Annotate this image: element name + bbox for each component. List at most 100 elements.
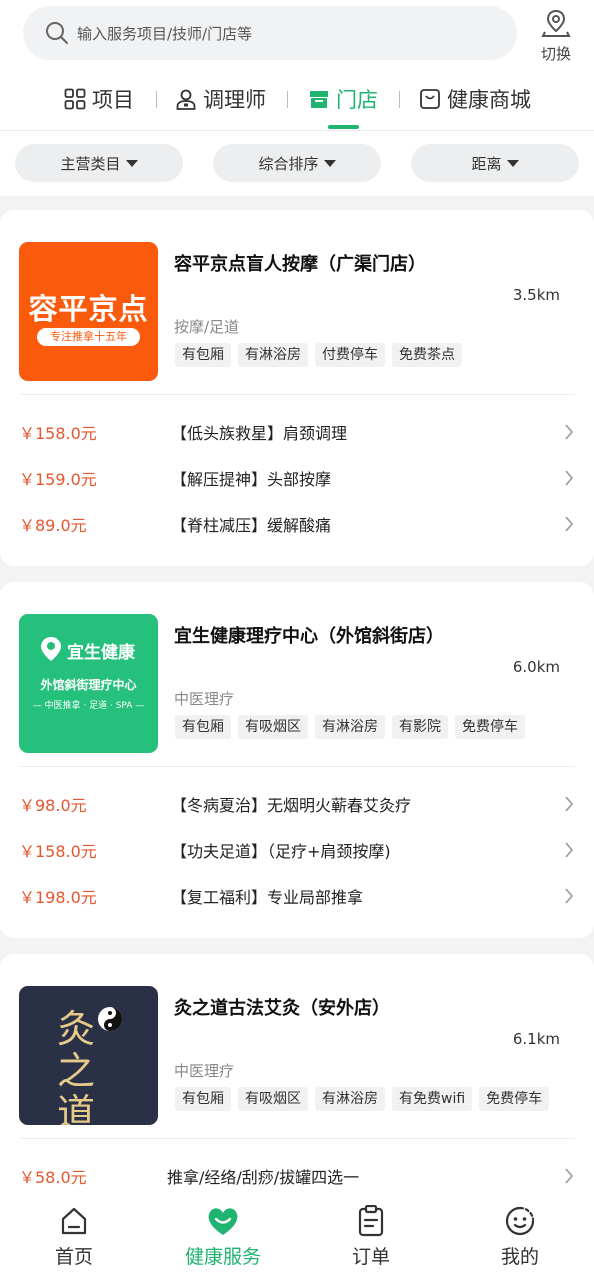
store-distance: 6.0km (512, 658, 560, 676)
tab-separator (287, 91, 288, 108)
tab-label: 项目 (92, 88, 134, 112)
tab-therapists[interactable]: 调理师 (175, 82, 266, 116)
service-row[interactable]: ￥158.0元 【低头族救星】肩颈调理 (0, 412, 594, 452)
smiley-icon (505, 1206, 535, 1236)
store-tag: 有免费wifi (392, 1087, 473, 1111)
store-tag: 有包厢 (175, 343, 231, 367)
top-header: 输入服务项目/技师/门店等 切换 项目 调理师 门店 健康商城 主营类目 综合排… (0, 0, 594, 196)
nav-health-service[interactable]: 健康服务 (168, 1204, 278, 1269)
chevron-right-icon (565, 424, 574, 440)
caret-down-icon (323, 159, 336, 167)
tab-projects[interactable]: 项目 (64, 82, 134, 116)
bag-icon (420, 89, 440, 109)
service-name: 【脊柱减压】缓解酸痛 (171, 516, 332, 535)
nav-label: 我的 (500, 1246, 539, 1268)
store-tag: 有包厢 (175, 1087, 231, 1111)
divider (19, 766, 575, 767)
store-name[interactable]: 宜生健康理疗中心（外馆斜街店） (174, 622, 444, 648)
store-tag: 有淋浴房 (315, 1087, 385, 1111)
store-card[interactable]: 容平京点 专注推拿十五年 容平京点盲人按摩（广渠门店） 3.5km 按摩/足道 … (0, 210, 594, 566)
service-row[interactable]: ￥198.0元 【复工福利】专业局部推拿 (0, 876, 594, 916)
logo-line2: 外馆斜街理疗中心 (40, 678, 137, 692)
store-tags: 有包厢 有淋浴房 付费停车 免费茶点 (175, 343, 469, 367)
service-price: ￥198.0元 (19, 888, 97, 907)
tab-label: 门店 (336, 88, 378, 112)
person-icon (176, 89, 196, 110)
nav-mine[interactable]: 我的 (465, 1204, 575, 1269)
store-tag: 有淋浴房 (315, 715, 385, 739)
tab-health-mall[interactable]: 健康商城 (419, 82, 531, 116)
logo-title: 容平京点 (28, 292, 149, 326)
chevron-right-icon (565, 516, 574, 532)
chevron-right-icon (565, 1168, 574, 1184)
service-name: 【冬病夏治】无烟明火蕲春艾灸疗 (171, 796, 412, 815)
store-name[interactable]: 灸之道古法艾灸（安外店） (174, 994, 390, 1020)
search-input[interactable]: 输入服务项目/技师/门店等 (77, 23, 252, 44)
service-price: ￥58.0元 (19, 1168, 87, 1187)
caret-down-icon (506, 159, 519, 167)
tab-label: 健康商城 (447, 88, 531, 112)
logo-subtitle: 专注推拿十五年 (37, 328, 140, 346)
category-tabs: 项目 调理师 门店 健康商城 (0, 72, 594, 130)
caret-down-icon (125, 159, 138, 167)
store-tag: 有吸烟区 (238, 715, 308, 739)
nav-home[interactable]: 首页 (19, 1204, 129, 1269)
store-category: 按摩/足道 (174, 318, 240, 336)
store-logo: 容平京点 专注推拿十五年 (19, 242, 158, 381)
store-name[interactable]: 容平京点盲人按摩（广渠门店） (174, 250, 426, 276)
service-row[interactable]: ￥158.0元 【功夫足道】（足疗+肩颈按摩) (0, 830, 594, 870)
logo-pin-icon (41, 637, 61, 661)
switch-label: 切换 (540, 45, 571, 63)
active-tab-indicator (328, 125, 359, 129)
heart-icon (208, 1208, 238, 1235)
chevron-right-icon (565, 888, 574, 904)
switch-location-button[interactable]: 切换 (536, 8, 576, 64)
nav-orders[interactable]: 订单 (316, 1204, 426, 1269)
filter-label: 距离 (471, 154, 502, 173)
store-category: 中医理疗 (174, 690, 235, 708)
service-row[interactable]: ￥159.0元 【解压提神】头部按摩 (0, 458, 594, 498)
tab-label: 调理师 (203, 88, 266, 112)
filter-main-category[interactable]: 主营类目 (15, 144, 183, 182)
service-row[interactable]: ￥98.0元 【冬病夏治】无烟明火蕲春艾灸疗 (0, 784, 594, 824)
home-icon (61, 1207, 87, 1235)
tab-stores[interactable]: 门店 (308, 82, 378, 116)
store-tag: 有包厢 (175, 715, 231, 739)
nav-label: 健康服务 (184, 1246, 261, 1268)
location-pin-icon (541, 9, 571, 37)
service-price: ￥158.0元 (19, 424, 97, 443)
yin-yang-icon (98, 1007, 122, 1031)
service-price: ￥89.0元 (19, 516, 87, 535)
store-distance: 3.5km (512, 286, 560, 304)
store-card[interactable]: 宜生健康 外馆斜街理疗中心 — 中医推拿 · 足道 · SPA — 宜生健康理疗… (0, 582, 594, 938)
store-distance: 6.1km (512, 1030, 560, 1048)
nav-label: 订单 (351, 1246, 390, 1268)
bottom-nav: 首页 健康服务 订单 我的 (0, 1190, 594, 1280)
grid-icon (64, 88, 86, 110)
service-name: 【解压提神】头部按摩 (171, 470, 332, 489)
logo-title: 灸之道 (57, 1007, 96, 1125)
divider (19, 1138, 575, 1139)
clipboard-icon (358, 1205, 384, 1237)
logo-title: 宜生健康 (67, 643, 135, 663)
filter-label: 主营类目 (60, 154, 121, 173)
divider (19, 394, 575, 395)
service-row[interactable]: ￥89.0元 【脊柱减压】缓解酸痛 (0, 504, 594, 544)
tab-separator (399, 91, 400, 108)
service-name: 推拿/经络/刮痧/拔罐四选一 (167, 1168, 360, 1187)
service-name: 【低头族救星】肩颈调理 (171, 424, 348, 443)
tab-separator (156, 91, 157, 108)
service-price: ￥159.0元 (19, 470, 97, 489)
store-tag: 有吸烟区 (238, 1087, 308, 1111)
filter-label: 综合排序 (258, 154, 319, 173)
filter-distance[interactable]: 距离 (411, 144, 579, 182)
filter-sort[interactable]: 综合排序 (213, 144, 381, 182)
store-logo: 宜生健康 外馆斜街理疗中心 — 中医推拿 · 足道 · SPA — (19, 614, 158, 753)
search-icon (46, 22, 68, 44)
divider (0, 130, 594, 131)
store-tag: 有淋浴房 (238, 343, 308, 367)
store-card[interactable]: 灸之道 灸之道古法艾灸（安外店） 6.1km 中医理疗 有包厢 有吸烟区 有淋浴… (0, 954, 594, 1214)
service-price: ￥158.0元 (19, 842, 97, 861)
search-bar[interactable]: 输入服务项目/技师/门店等 (23, 6, 517, 60)
store-icon (310, 91, 328, 108)
